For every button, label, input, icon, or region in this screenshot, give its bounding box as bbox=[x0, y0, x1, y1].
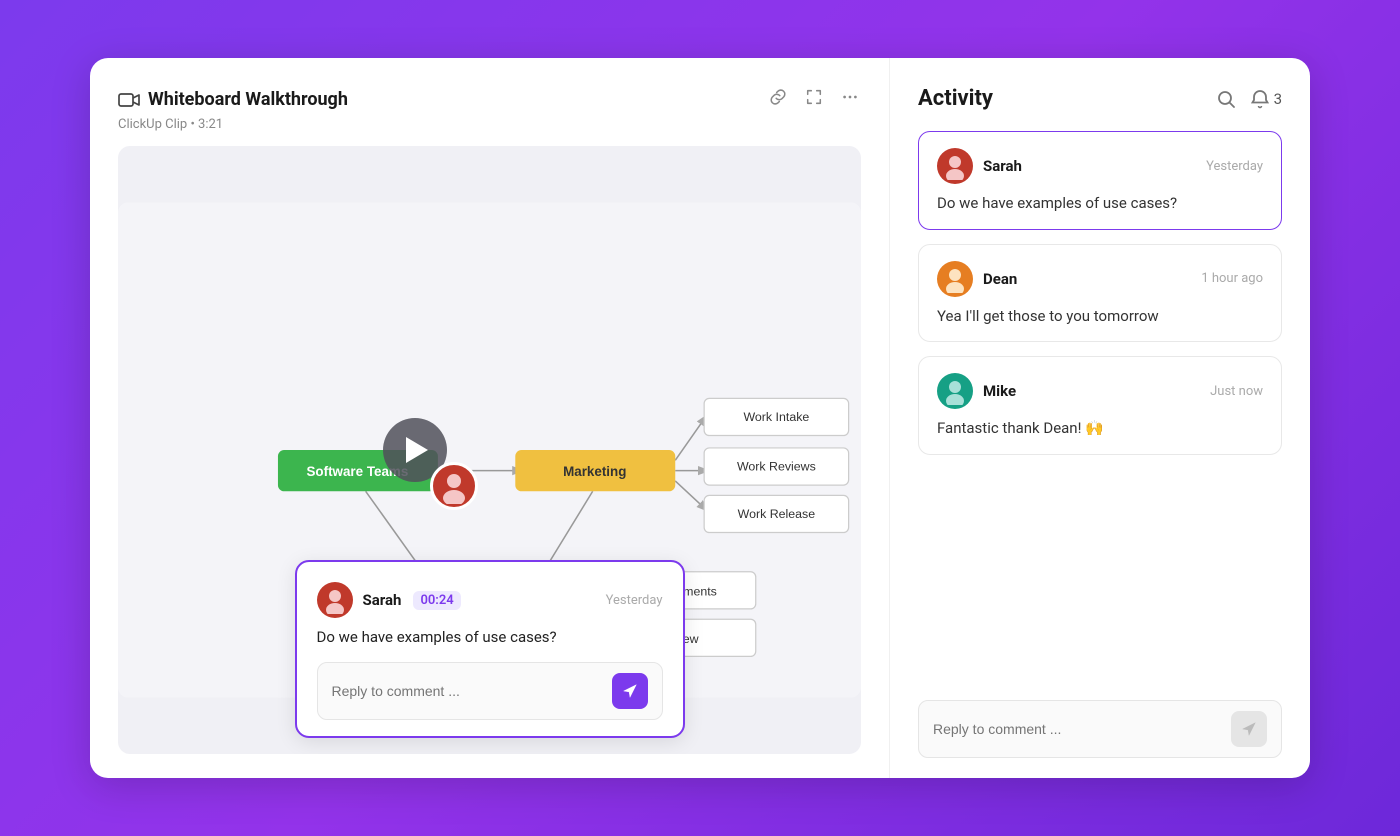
video-title-row: Whiteboard Walkthrough bbox=[118, 89, 348, 111]
left-panel: Whiteboard Walkthrough ClickUp Clip • 3:… bbox=[90, 58, 890, 778]
comment-time-mike: Just now bbox=[1210, 384, 1263, 399]
commenter-name-dean: Dean bbox=[983, 270, 1017, 288]
activity-reply-input[interactable] bbox=[933, 721, 1223, 737]
notifications-badge[interactable]: 3 bbox=[1250, 89, 1282, 109]
expand-button[interactable] bbox=[803, 86, 825, 113]
avatar-mike bbox=[937, 373, 973, 409]
bubble-timestamp-badge: 00:24 bbox=[413, 591, 460, 610]
activity-send-button[interactable] bbox=[1231, 711, 1267, 747]
video-actions bbox=[767, 86, 861, 113]
comments-list: Sarah Yesterday Do we have examples of u… bbox=[918, 131, 1282, 686]
svg-text:Work Release: Work Release bbox=[738, 507, 816, 521]
comment-card-mike: Mike Just now Fantastic thank Dean! 🙌 bbox=[918, 356, 1282, 455]
activity-reply-area bbox=[918, 700, 1282, 758]
svg-text:Marketing: Marketing bbox=[563, 464, 626, 479]
comment-text-dean: Yea I'll get those to you tomorrow bbox=[937, 305, 1263, 328]
bubble-reply-area bbox=[317, 662, 663, 720]
main-card: Whiteboard Walkthrough ClickUp Clip • 3:… bbox=[90, 58, 1310, 778]
activity-title: Activity bbox=[918, 86, 993, 111]
bubble-avatar-sarah bbox=[317, 582, 353, 618]
bubble-send-button[interactable] bbox=[612, 673, 648, 709]
comment-header-mike: Mike Just now bbox=[937, 373, 1263, 409]
bubble-comment-text: Do we have examples of use cases? bbox=[317, 628, 663, 646]
video-subtitle: ClickUp Clip • 3:21 bbox=[118, 117, 861, 132]
right-panel: Activity 3 Sarah Yesterday bbox=[890, 58, 1310, 778]
commenter-name-mike: Mike bbox=[983, 382, 1016, 400]
bubble-reply-input[interactable] bbox=[332, 683, 604, 699]
video-comment-bubble: Sarah 00:24 Yesterday Do we have example… bbox=[295, 560, 685, 738]
notifications-count: 3 bbox=[1274, 90, 1282, 108]
comment-card-dean: Dean 1 hour ago Yea I'll get those to yo… bbox=[918, 244, 1282, 343]
bubble-header: Sarah 00:24 Yesterday bbox=[317, 582, 663, 618]
comment-header-sarah: Sarah Yesterday bbox=[937, 148, 1263, 184]
svg-text:Work Intake: Work Intake bbox=[743, 410, 809, 424]
bubble-author-name: Sarah bbox=[363, 591, 402, 609]
avatar-dean bbox=[937, 261, 973, 297]
video-title: Whiteboard Walkthrough bbox=[148, 89, 348, 110]
video-clip-icon bbox=[118, 89, 140, 111]
video-header: Whiteboard Walkthrough bbox=[118, 86, 861, 113]
more-button[interactable] bbox=[839, 86, 861, 113]
avatar-sarah bbox=[937, 148, 973, 184]
play-triangle-icon bbox=[406, 437, 428, 463]
bubble-date: Yesterday bbox=[606, 593, 663, 608]
activity-icons: 3 bbox=[1216, 89, 1282, 109]
video-area: Software Teams Marketing Work Intake Wor… bbox=[118, 146, 861, 754]
comment-time-dean: 1 hour ago bbox=[1201, 271, 1263, 286]
svg-text:Work Reviews: Work Reviews bbox=[737, 460, 816, 474]
comment-header-dean: Dean 1 hour ago bbox=[937, 261, 1263, 297]
link-button[interactable] bbox=[767, 86, 789, 113]
comment-time-sarah: Yesterday bbox=[1206, 159, 1263, 174]
commenter-name-sarah: Sarah bbox=[983, 157, 1022, 175]
activity-header: Activity 3 bbox=[918, 86, 1282, 111]
search-button[interactable] bbox=[1216, 89, 1236, 109]
comment-text-sarah: Do we have examples of use cases? bbox=[937, 192, 1263, 215]
comment-card-sarah: Sarah Yesterday Do we have examples of u… bbox=[918, 131, 1282, 230]
comment-text-mike: Fantastic thank Dean! 🙌 bbox=[937, 417, 1263, 440]
video-avatar bbox=[430, 462, 478, 510]
